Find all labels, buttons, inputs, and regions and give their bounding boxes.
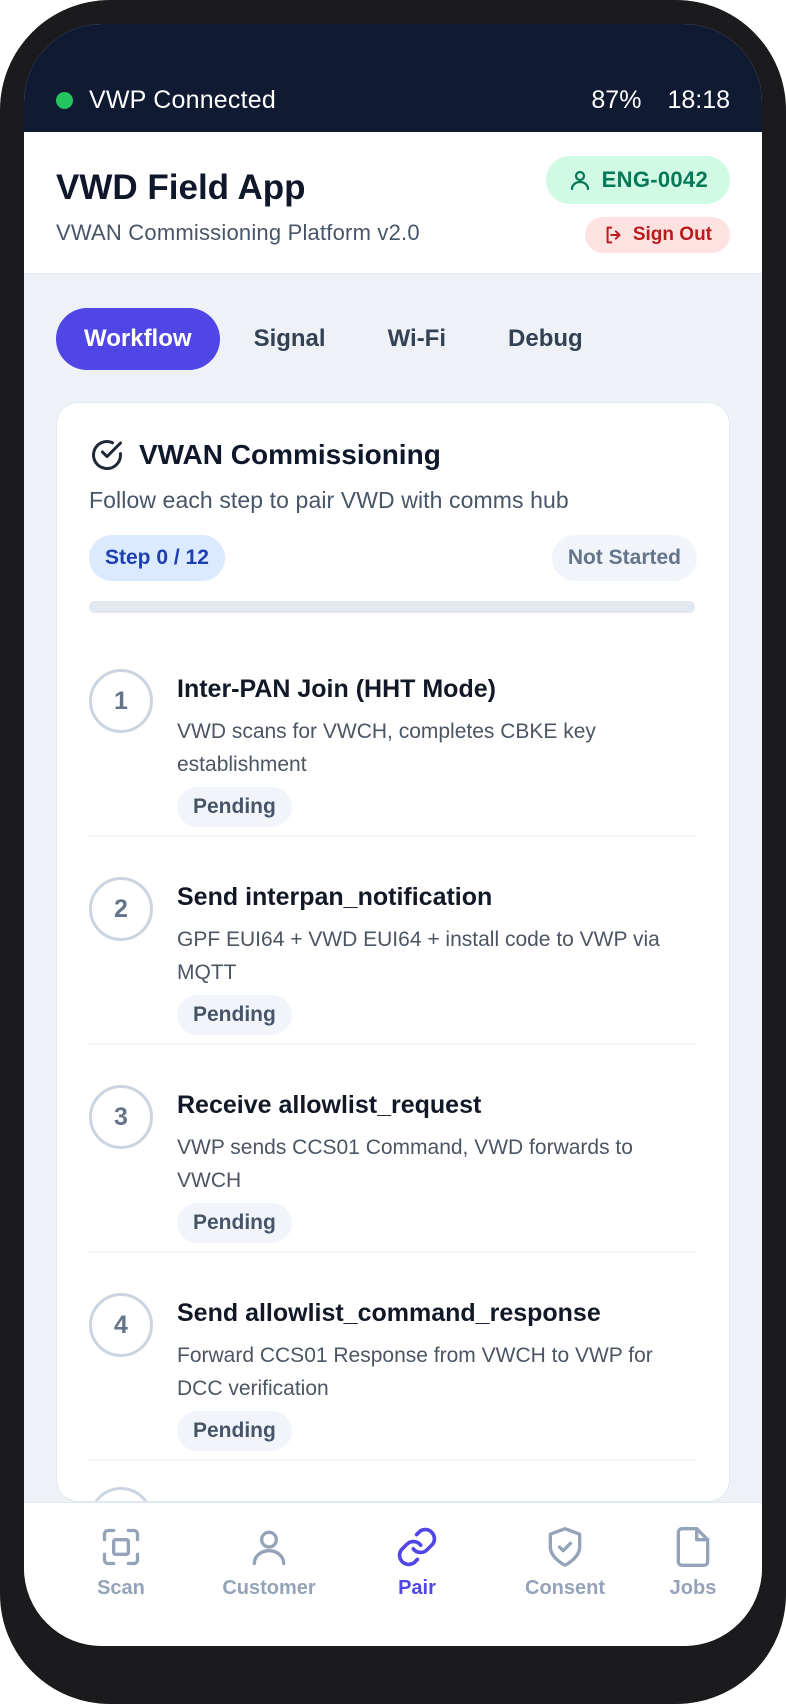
check-circle-icon [92,440,122,470]
step-number: 1 [89,669,153,733]
battery-level: 87% [591,86,642,114]
app-subtitle: VWAN Commissioning Platform v2.0 [56,220,420,245]
document-icon [676,1527,710,1567]
card-description: Follow each step to pair VWD with comms … [89,487,569,513]
connection-label: VWP Connected [89,86,276,114]
tab-signal[interactable]: Signal [226,308,354,370]
step-title: Send interpan_notification [177,883,493,911]
clock: 18:18 [667,86,730,114]
user-badge[interactable]: ENG-0042 [545,156,730,204]
nav-consent[interactable]: Consent [495,1525,635,1600]
nav-consent-label: Consent [525,1577,605,1599]
step-number: 3 [89,1085,153,1149]
link-icon [397,1527,437,1567]
nav-customer[interactable]: Customer [199,1525,339,1600]
step-item[interactable]: 1 Inter-PAN Join (HHT Mode) VWD scans fo… [89,629,695,837]
step-number [89,1487,153,1501]
scan-icon [102,1528,140,1566]
app-title: VWD Field App [56,168,306,207]
logout-icon [606,226,621,244]
step-list: 1 Inter-PAN Join (HHT Mode) VWD scans fo… [89,629,695,1501]
status-right: 87% 18:18 [591,86,730,115]
step-number: 4 [89,1293,153,1357]
step-item[interactable]: 3 Receive allowlist_request VWP sends CC… [89,1045,695,1253]
card-title: VWAN Commissioning [139,439,441,470]
progress-bar [89,601,695,613]
phone-screen: VWP Connected 87% 18:18 VWD Field App VW… [24,24,762,1646]
card-header: VWAN Commissioning [89,437,441,473]
step-title: Inter-PAN Join (HHT Mode) [177,675,496,703]
nav-pair[interactable]: Pair [347,1525,487,1600]
user-icon [570,170,589,191]
sign-out-button[interactable]: Sign Out [584,217,730,253]
step-number: 2 [89,877,153,941]
commissioning-card: VWAN Commissioning Follow each step to p… [56,402,730,1502]
tab-workflow[interactable]: Workflow [56,308,220,370]
step-title: Send allowlist_command_response [177,1299,601,1327]
step-title: Receive allowlist_request [177,1091,482,1119]
tab-debug[interactable]: Debug [480,308,611,370]
app-header: VWD Field App VWAN Commissioning Platfor… [24,132,762,274]
step-status-badge: Pending [177,1203,292,1243]
step-counter-badge: Step 0 / 12 [89,535,225,581]
user-id: ENG-0042 [601,167,708,192]
step-description: VWP sends CCS01 Command, VWD forwards to… [177,1136,633,1192]
bottom-nav: Scan Customer Pair Consent Jobs [24,1502,762,1646]
nav-customer-label: Customer [222,1577,316,1599]
nav-pair-label: Pair [398,1577,436,1599]
shield-check-icon [548,1527,582,1567]
step-status-badge: Pending [177,1411,292,1451]
user-icon [252,1530,286,1566]
step-description: VWD scans for VWCH, completes CBKE key e… [177,720,596,776]
tab-wifi[interactable]: Wi-Fi [360,308,474,370]
step-status-badge: Pending [177,995,292,1035]
nav-scan[interactable]: Scan [51,1525,191,1600]
nav-scan-label: Scan [97,1577,145,1599]
nav-jobs[interactable]: Jobs [623,1525,762,1600]
step-item[interactable]: 4 Send allowlist_command_response Forwar… [89,1253,695,1461]
step-status-badge: Pending [177,787,292,827]
connection-status: VWP Connected [56,86,276,115]
step-item[interactable]: 2 Send interpan_notification GPF EUI64 +… [89,837,695,1045]
status-bar: VWP Connected 87% 18:18 [24,24,762,132]
step-item[interactable] [89,1461,695,1501]
nav-jobs-label: Jobs [669,1577,717,1599]
step-description: Forward CCS01 Response from VWCH to VWP … [177,1344,653,1400]
tab-bar: Workflow Signal Wi-Fi Debug [56,308,611,370]
connected-dot-icon [56,92,73,109]
sign-out-label: Sign Out [632,224,712,245]
step-description: GPF EUI64 + VWD EUI64 + install code to … [177,928,660,984]
workflow-state-badge: Not Started [551,535,697,581]
device-frame: VWP Connected 87% 18:18 VWD Field App VW… [0,0,786,1704]
